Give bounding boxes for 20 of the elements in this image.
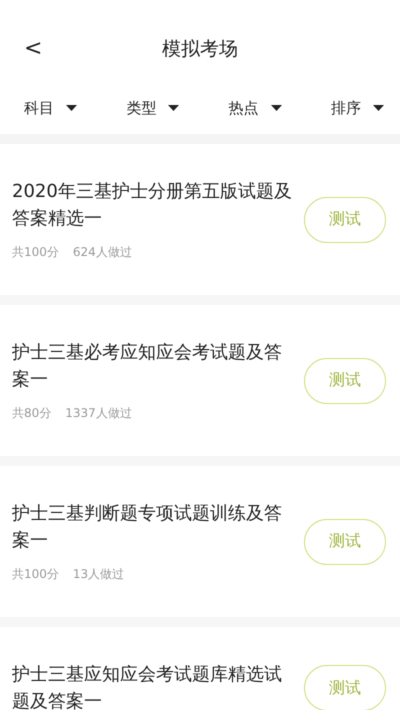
caret-icon bbox=[66, 105, 77, 111]
page-title: 模拟考场 bbox=[162, 37, 238, 62]
total-score: 共80分 bbox=[12, 405, 52, 422]
filter-dropdown[interactable]: 科目 bbox=[24, 98, 77, 118]
exam-title: 护士三基应知应会考试题库精选试题及答案一 bbox=[12, 663, 283, 710]
exam-title: 护士三基必考应知应会考试题及答案一 bbox=[12, 341, 283, 392]
exam-title: 护士三基判断题专项试题训练及答案一 bbox=[12, 502, 283, 553]
filter-dropdown[interactable]: 排序 bbox=[330, 98, 384, 118]
total-score: 共100分 bbox=[12, 566, 59, 583]
caret-icon bbox=[372, 105, 384, 111]
back-button[interactable]: < bbox=[22, 36, 44, 62]
caret-icon bbox=[168, 105, 180, 111]
total-score: 共100分 bbox=[12, 244, 59, 261]
caret-icon bbox=[270, 105, 282, 111]
filter-dropdown[interactable]: 热点 bbox=[228, 98, 282, 118]
taken-count: 1337人做过 bbox=[65, 405, 132, 422]
exam-title: 2020年三基护士分册第五版试题及答案精选一 bbox=[12, 180, 293, 231]
taken-count: 624人做过 bbox=[72, 244, 132, 261]
filter-dropdown[interactable]: 类型 bbox=[126, 98, 180, 118]
taken-count: 13人做过 bbox=[72, 566, 124, 583]
